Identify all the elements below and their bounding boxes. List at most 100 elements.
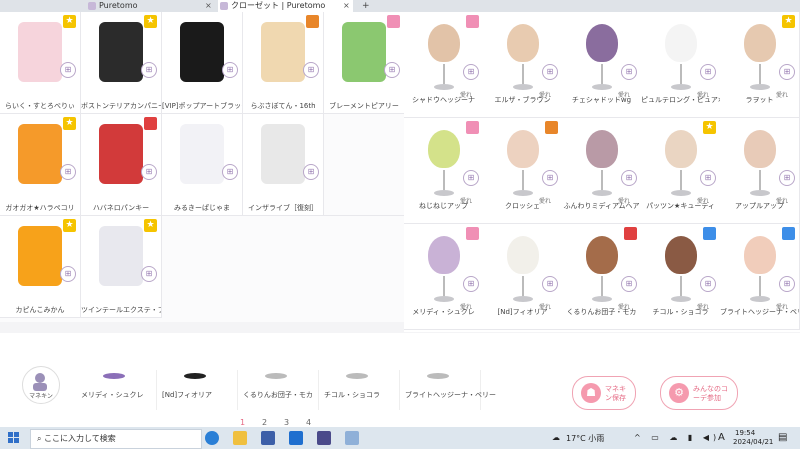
closet-item-card[interactable]: ⊞ 愛れ エルザ・ブラウン (483, 12, 563, 118)
mail-icon[interactable] (289, 431, 303, 445)
gift-icon[interactable]: ⊞ (384, 62, 400, 78)
closet-item-card[interactable]: ★ ⊞ らいく・すとろべりぃ (0, 12, 81, 114)
weather-icon[interactable]: ☁ (552, 433, 560, 442)
mannequin-stand (589, 64, 615, 90)
gift-icon[interactable]: ⊞ (60, 164, 76, 180)
gift-icon[interactable]: ⊞ (621, 276, 637, 292)
item-thumbnail (18, 124, 62, 184)
gift-icon[interactable]: ⊞ (141, 164, 157, 180)
closet-item-card[interactable]: ⊞ みるきーぱじゃま (162, 114, 243, 216)
closet-item-card[interactable]: ★ ⊞ ボストンテリアカンパニー (81, 12, 162, 114)
taskbar-search-box[interactable]: ⌕ ここに入力して検索 (30, 429, 202, 449)
gift-icon[interactable]: ⊞ (141, 266, 157, 282)
closet-item-card[interactable]: ⊞ 愛れ くるりんお団子・モカ (562, 224, 642, 330)
mannequin-save-button[interactable]: ☗ マネキン保存 (572, 376, 636, 410)
gift-icon[interactable]: ⊞ (779, 276, 795, 292)
gift-icon[interactable]: ⊞ (60, 62, 76, 78)
gift-icon[interactable]: ⊞ (700, 64, 716, 80)
app-icon[interactable] (345, 431, 359, 445)
closet-item-card[interactable]: ★ ⊞ 愛れ ラヲット (720, 12, 800, 118)
gift-icon[interactable]: ⊞ (542, 170, 558, 186)
hair-thumbnail (665, 24, 697, 62)
closet-item-card[interactable]: ★ ⊞ ガオガオ★ハラペコリ (0, 114, 81, 216)
coordinate-join-button[interactable]: ⚙ みんなのコーデ参加 (660, 376, 738, 410)
page-4[interactable]: 4 (306, 418, 311, 427)
closet-item-card[interactable]: ⊞ 愛れ チェシャドットwg (562, 12, 642, 118)
gift-icon[interactable]: ⊞ (621, 170, 637, 186)
closet-item-card[interactable]: ⊞ ブレーメントピアリー (324, 12, 405, 114)
gift-icon[interactable]: ⊞ (779, 64, 795, 80)
closet-item-card[interactable]: ⊞ 愛れ クロッシェ (483, 118, 563, 224)
clock-date[interactable]: 2024/04/21 (733, 438, 773, 446)
closet-item-card[interactable]: ⊞ 愛れ メリディ・シュクレ (404, 224, 484, 330)
notification-icon[interactable]: ▤ (778, 432, 787, 443)
equipped-item[interactable]: チコル・ショコラ (318, 370, 400, 410)
page-1[interactable]: 1 (240, 418, 245, 427)
gift-icon[interactable]: ⊞ (141, 62, 157, 78)
item-thumbnail (180, 124, 224, 184)
closet-item-card[interactable]: ⊞ 愛れ ねじねじアップ (404, 118, 484, 224)
closet-item-card[interactable]: ⊞ [VIP]ポップアートブラック (162, 12, 243, 114)
gift-icon[interactable]: ⊞ (621, 64, 637, 80)
tab-puretomo[interactable]: Puretomo (86, 0, 216, 12)
equipped-item-name: メリディ・シュクレ (81, 391, 144, 399)
page-2[interactable]: 2 (262, 418, 267, 427)
windows-start-icon[interactable] (8, 432, 20, 444)
gift-icon[interactable]: ⊞ (222, 164, 238, 180)
equipped-item[interactable]: くるりんお団子・モカ (237, 370, 319, 410)
closet-item-card[interactable]: ⊞ 愛れ [Nd]フィオリア (483, 224, 563, 330)
gift-icon[interactable]: ⊞ (303, 62, 319, 78)
weather-text[interactable]: 17°C 小雨 (566, 433, 604, 444)
gift-icon[interactable]: ⊞ (222, 62, 238, 78)
gift-icon[interactable]: ⊞ (700, 170, 716, 186)
mannequin-button[interactable]: マネキン (22, 366, 60, 404)
rarity-badge (387, 15, 400, 28)
gift-icon[interactable]: ⊞ (463, 276, 479, 292)
closet-item-card[interactable]: ★ ⊞ ツインテールエクステ・ブルー (81, 216, 162, 318)
closet-item-card[interactable]: ⊞ ハバネロパンキー (81, 114, 162, 216)
equipped-item[interactable]: [Nd]フィオリア (156, 370, 238, 410)
closet-item-card[interactable]: ⊞ 愛れ アップルアップ (720, 118, 800, 224)
store-icon[interactable] (261, 431, 275, 445)
page-3[interactable]: 3 (284, 418, 289, 427)
mannequin-stand (431, 276, 457, 302)
gift-icon[interactable]: ⊞ (542, 64, 558, 80)
gift-icon[interactable]: ⊞ (542, 276, 558, 292)
gift-icon[interactable]: ⊞ (779, 170, 795, 186)
clock-time[interactable]: 19:54 (735, 429, 755, 437)
ime-indicator[interactable]: A (718, 432, 725, 443)
closet-item-card[interactable]: ⊞ 愛れ チコル・ショコラ (641, 224, 721, 330)
hair-thumbnail (665, 236, 697, 274)
app-icon[interactable] (317, 431, 331, 445)
gift-icon[interactable]: ⊞ (60, 266, 76, 282)
edge-icon[interactable] (205, 431, 219, 445)
closet-item-card[interactable]: ⊞愛れピュルテロング・ピュアホワイト (641, 12, 721, 118)
equipped-item-name: チコル・ショコラ (324, 391, 380, 399)
file-explorer-icon[interactable] (233, 431, 247, 445)
equipped-item[interactable]: メリディ・シュクレ (75, 370, 157, 410)
closet-item-card[interactable]: ⊞愛れブライトヘッジーナ・ベリー (720, 224, 800, 330)
tab-close-button[interactable]: × (205, 0, 212, 12)
gift-icon[interactable]: ⊞ (700, 276, 716, 292)
equipped-item[interactable]: ブライトヘッジーナ・ベリー (399, 370, 496, 410)
mannequin-stand (589, 170, 615, 196)
closet-item-card[interactable]: ⊞ らぶさぼてん・16th (243, 12, 324, 114)
tab-closet[interactable]: クローゼット | Puretomo (218, 0, 353, 12)
new-tab-button[interactable]: + (362, 0, 370, 12)
hair-thumbnail (744, 24, 776, 62)
closet-item-card[interactable]: ⊞ 愛れ シャドウヘッジーナ (404, 12, 484, 118)
hair-thumbnail (586, 130, 618, 168)
gift-icon[interactable]: ⊞ (303, 164, 319, 180)
tab-close-button[interactable]: × (343, 0, 350, 12)
rarity-badge (624, 227, 637, 240)
system-tray-icons[interactable]: ^ ▭ ☁ ▮ ◀) (634, 433, 720, 442)
closet-item-card[interactable]: ⊞ 愛れ ふんわりミディアムヘア (562, 118, 642, 224)
gift-icon[interactable]: ⊞ (463, 170, 479, 186)
gift-icon[interactable]: ⊞ (463, 64, 479, 80)
item-name: ガオガオ★ハラペコリ (5, 204, 75, 212)
closet-item-card[interactable]: ★ ⊞ 愛れ パッツン★キューティ (641, 118, 721, 224)
hair-thumbnail (428, 236, 460, 274)
closet-item-card[interactable]: ⊞ インザライブ［復刻］ (243, 114, 324, 216)
closet-item-card[interactable] (324, 114, 405, 216)
closet-item-card[interactable]: ★ ⊞ カピんこみかん (0, 216, 81, 318)
